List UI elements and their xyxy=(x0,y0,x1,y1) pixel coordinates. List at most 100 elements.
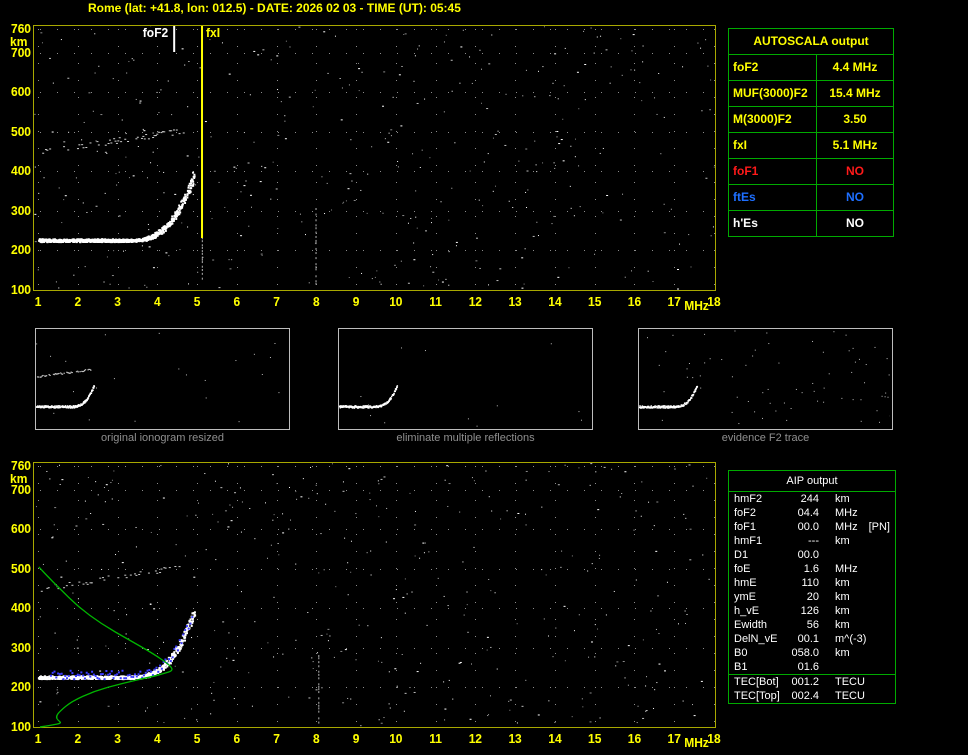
thumbnail-f2-evidence xyxy=(638,328,893,430)
aip-param-value: 058.0 xyxy=(791,647,819,659)
aip-param-label: foF1 xyxy=(734,521,757,533)
autoscala-row-M(3000)F2: M(3000)F2 3.50 xyxy=(729,107,893,133)
autoscala-param-label: ftEs xyxy=(729,185,817,210)
aip-table-title: AIP output xyxy=(729,471,895,492)
autoscala-param-value: NO xyxy=(846,164,864,178)
aip-row-B1: B1 01.6 xyxy=(729,660,895,674)
station-date-header: Rome (lat: +41.8, lon: 012.5) - DATE: 20… xyxy=(88,1,461,15)
aip-row-hmF1: hmF1 --- km xyxy=(729,534,895,548)
aip-param-unit: km xyxy=(835,647,850,659)
aip-param-label: B0 xyxy=(734,647,748,659)
autoscala-param-value: 3.50 xyxy=(843,112,867,126)
aip-output-table: AIP output hmF2 244 km foF2 04.4 MHz foF1 00.0 M… xyxy=(728,470,896,704)
aip-param-value: 126 xyxy=(800,605,819,617)
aip-param-label: Ewidth xyxy=(734,619,768,631)
aip-row-hmE: hmE 110 km xyxy=(729,576,895,590)
thumbnail-original-canvas xyxy=(36,329,287,427)
autoscala-param-value: 4.4 MHz xyxy=(832,60,878,74)
aip-param-value: 56 xyxy=(806,619,819,631)
autoscala-param-value: NO xyxy=(846,216,864,230)
aip-row-h_vE: h_vE 126 km xyxy=(729,604,895,618)
aip-param-unit: km xyxy=(835,619,850,631)
autoscala-screen: Rome (lat: +41.8, lon: 012.5) - DATE: 20… xyxy=(0,0,968,755)
autoscala-row-foF2: foF2 4.4 MHz xyxy=(729,55,893,81)
aip-row-foE: foE 1.6 MHz xyxy=(729,562,895,576)
aip-param-value: 01.6 xyxy=(797,661,819,673)
aip-param-label: h_vE xyxy=(734,605,760,617)
thumbnail-caption-original: original ionogram resized xyxy=(101,432,224,444)
aip-row-Ewidth: Ewidth 56 km xyxy=(729,618,895,632)
aip-param-value: 00.0 xyxy=(797,521,819,533)
aip-param-value: 1.6 xyxy=(803,563,819,575)
top-ionogram-plot xyxy=(0,18,722,318)
aip-param-label: DelN_vE xyxy=(734,633,778,645)
autoscala-param-label: M(3000)F2 xyxy=(729,107,817,132)
aip-param-value: 20 xyxy=(806,591,819,603)
aip-param-value: 001.2 xyxy=(791,676,819,688)
aip-param-note: [PN] xyxy=(868,521,890,533)
aip-param-value: 002.4 xyxy=(791,690,819,702)
autoscala-row-h'Es: h'Es NO xyxy=(729,211,893,236)
aip-row-D1: D1 00.0 xyxy=(729,548,895,562)
autoscala-table-title: AUTOSCALA output xyxy=(729,29,893,55)
thumbnail-original-ionogram xyxy=(35,328,290,430)
autoscala-table-rows: foF2 4.4 MHz MUF(3000)F2 15.4 MHz M(3000)F2 3… xyxy=(729,55,893,236)
thumbnail-caption-no-multiples: eliminate multiple reflections xyxy=(396,432,535,444)
aip-param-label: hmE xyxy=(734,577,757,589)
aip-param-unit: MHz xyxy=(835,507,858,519)
aip-param-unit: km xyxy=(835,577,850,589)
aip-param-value: 110 xyxy=(801,577,819,589)
aip-row-DelN_vE: DelN_vE 00.1 m^(-3) xyxy=(729,632,895,646)
autoscala-row-fxI: fxI 5.1 MHz xyxy=(729,133,893,159)
aip-param-value: 00.0 xyxy=(797,549,819,561)
aip-table-rows: hmF2 244 km foF2 04.4 MHz foF1 00.0 MHz [PN] hmF1 -… xyxy=(729,492,895,703)
autoscala-row-MUF(3000)F2: MUF(3000)F2 15.4 MHz xyxy=(729,81,893,107)
autoscala-param-value: 5.1 MHz xyxy=(832,138,878,152)
aip-row-foF2: foF2 04.4 MHz xyxy=(729,506,895,520)
aip-row-hmF2: hmF2 244 km xyxy=(729,492,895,506)
thumbnail-no-multiples-canvas xyxy=(339,329,590,427)
aip-param-label: foF2 xyxy=(734,507,757,519)
aip-param-label: hmF1 xyxy=(734,535,763,547)
aip-param-unit: km xyxy=(835,535,850,547)
autoscala-param-value: 15.4 MHz xyxy=(829,86,881,100)
aip-param-value: 00.1 xyxy=(797,633,819,645)
aip-row-TEC[Top]: TEC[Top] 002.4 TECU xyxy=(729,689,895,703)
aip-param-label: ymE xyxy=(734,591,756,603)
autoscala-row-ftEs: ftEs NO xyxy=(729,185,893,211)
aip-param-unit: m^(-3) xyxy=(835,633,867,645)
autoscala-param-label: fxI xyxy=(729,133,817,158)
aip-row-B0: B0 058.0 km xyxy=(729,646,895,660)
aip-row-TEC[Bot]: TEC[Bot] 001.2 TECU xyxy=(729,674,895,689)
autoscala-param-label: foF2 xyxy=(729,55,817,80)
aip-param-unit xyxy=(819,660,835,674)
aip-param-unit: TECU xyxy=(835,676,865,688)
aip-param-unit: MHz xyxy=(835,521,858,533)
aip-param-label: TEC[Bot] xyxy=(734,676,779,688)
aip-row-ymE: ymE 20 km xyxy=(729,590,895,604)
aip-param-label: B1 xyxy=(734,661,748,673)
aip-param-unit: MHz xyxy=(835,563,858,575)
aip-param-label: D1 xyxy=(734,549,749,561)
bottom-ionogram-plot xyxy=(0,455,722,755)
aip-param-label: foE xyxy=(734,563,751,575)
aip-param-unit: km xyxy=(835,591,850,603)
autoscala-param-label: h'Es xyxy=(729,211,817,236)
aip-param-label: hmF2 xyxy=(734,493,763,505)
autoscala-param-label: foF1 xyxy=(729,159,817,184)
thumbnail-caption-f2-evidence: evidence F2 trace xyxy=(721,432,810,444)
aip-param-value: 244 xyxy=(800,493,819,505)
thumbnail-f2-evidence-canvas xyxy=(639,329,890,427)
autoscala-row-foF1: foF1 NO xyxy=(729,159,893,185)
aip-param-unit: km xyxy=(835,605,850,617)
aip-param-value: 04.4 xyxy=(797,507,819,519)
aip-param-label: TEC[Top] xyxy=(734,690,780,702)
thumbnail-no-multiples xyxy=(338,328,593,430)
autoscala-output-table: AUTOSCALA output foF2 4.4 MHz MUF(3000)F2 1… xyxy=(728,28,894,237)
autoscala-param-label: MUF(3000)F2 xyxy=(729,81,817,106)
aip-param-unit: TECU xyxy=(835,690,865,702)
aip-row-foF1: foF1 00.0 MHz [PN] xyxy=(729,520,895,534)
aip-param-unit xyxy=(819,548,835,562)
aip-param-value: --- xyxy=(808,535,819,547)
aip-param-unit: km xyxy=(835,493,850,505)
